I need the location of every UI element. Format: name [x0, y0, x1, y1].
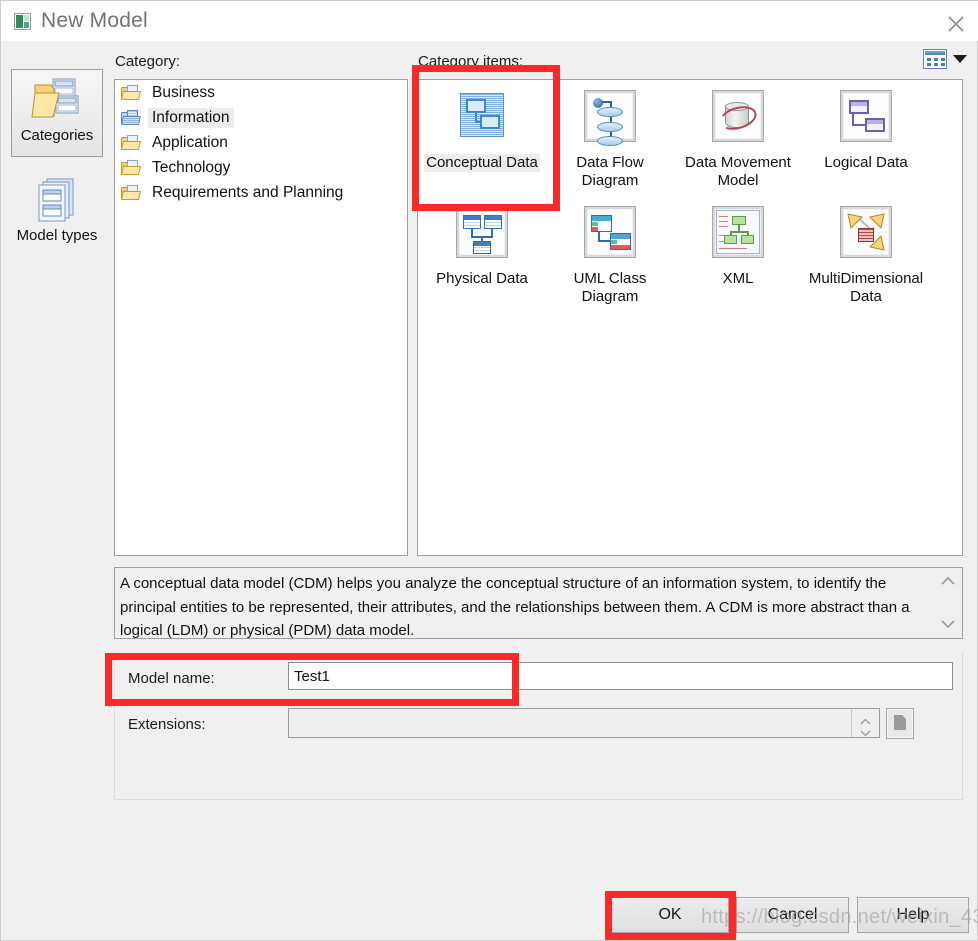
list-item-label: Requirements and Planning [152, 183, 344, 201]
list-item[interactable]: Application [115, 130, 407, 155]
view-layout-icon [923, 49, 947, 69]
chevron-down-icon [953, 55, 967, 63]
data-flow-diagram-icon [581, 90, 639, 148]
extensions-label: Extensions: [128, 716, 206, 733]
folder-icon [121, 159, 141, 176]
category-list[interactable]: Business Information Application Technol… [114, 79, 408, 556]
item-data-flow-diagram[interactable]: Data Flow Diagram [546, 80, 674, 196]
category-items-label: Category items: [418, 53, 524, 70]
list-item[interactable]: Business [115, 80, 407, 105]
scroll-up-icon[interactable] [938, 572, 958, 592]
new-model-dialog: New Model Categories Model types Categor… [0, 0, 978, 941]
document-icon [894, 715, 906, 730]
item-physical-data[interactable]: Physical Data [418, 196, 546, 312]
item-label: Conceptual Data [424, 154, 540, 172]
item-data-movement-model[interactable]: Data Movement Model [674, 80, 802, 196]
uml-class-diagram-icon [581, 206, 639, 264]
item-label: Data Movement Model [685, 154, 791, 189]
item-label: MultiDimensional Data [808, 270, 924, 305]
physical-data-icon [453, 206, 511, 264]
item-label: UML Class Diagram [573, 270, 647, 305]
stacked-documents-icon [29, 176, 85, 226]
sidebar-item-label: Model types [16, 227, 98, 244]
item-label: Physical Data [436, 270, 528, 287]
app-icon [14, 13, 31, 30]
stepper-up-icon[interactable] [860, 713, 871, 725]
scroll-down-icon[interactable] [938, 614, 958, 634]
data-movement-model-icon [709, 90, 767, 148]
logical-data-icon [837, 90, 895, 148]
title-bar: New Model [1, 1, 978, 41]
list-item-label: Application [152, 133, 228, 151]
sidebar-item-model-types[interactable]: Model types [11, 169, 103, 257]
model-name-input[interactable] [288, 662, 953, 690]
folder-documents-icon [29, 76, 85, 126]
list-item[interactable]: Technology [115, 155, 407, 180]
item-uml-class-diagram[interactable]: UML Class Diagram [546, 196, 674, 312]
item-label: Logical Data [824, 154, 908, 171]
category-items-panel[interactable]: Conceptual Data Data Flow Diagram Data M… [417, 79, 963, 556]
folder-icon [121, 84, 141, 101]
window-title: New Model [41, 9, 148, 32]
watermark: https://blog.csdn.net/weixin_43320890 [701, 906, 978, 928]
item-logical-data[interactable]: Logical Data [802, 80, 930, 196]
description-panel: A conceptual data model (CDM) helps you … [114, 567, 963, 639]
xml-icon [709, 206, 767, 264]
list-item-label: Information [148, 107, 234, 128]
multidimensional-data-icon [837, 206, 895, 264]
extensions-browse-button[interactable] [886, 708, 914, 739]
item-label: XML [722, 270, 754, 287]
stepper-down-icon[interactable] [860, 724, 871, 737]
sidebar-item-categories[interactable]: Categories [11, 69, 103, 157]
left-rail: Categories Model types [1, 41, 111, 940]
list-item[interactable]: Information [115, 105, 407, 130]
model-name-label: Model name: [128, 670, 215, 687]
list-item[interactable]: Requirements and Planning [115, 180, 407, 205]
category-label: Category: [115, 53, 181, 70]
folder-icon [121, 184, 141, 201]
item-label: Data Flow Diagram [576, 154, 644, 189]
item-xml[interactable]: XML [674, 196, 802, 312]
description-text: A conceptual data model (CDM) helps you … [120, 575, 910, 639]
view-layout-button[interactable] [923, 49, 967, 69]
list-item-label: Business [152, 83, 215, 101]
folder-info-icon [121, 109, 141, 126]
item-conceptual-data[interactable]: Conceptual Data [418, 80, 546, 196]
item-multidimensional-data[interactable]: MultiDimensional Data [802, 196, 930, 312]
sidebar-item-label: Categories [20, 127, 94, 144]
list-item-label: Technology [152, 158, 231, 176]
conceptual-data-icon [453, 90, 511, 148]
folder-icon [121, 134, 141, 151]
extensions-stepper[interactable] [851, 709, 878, 737]
extensions-input[interactable] [288, 708, 880, 738]
close-icon[interactable] [933, 1, 978, 41]
